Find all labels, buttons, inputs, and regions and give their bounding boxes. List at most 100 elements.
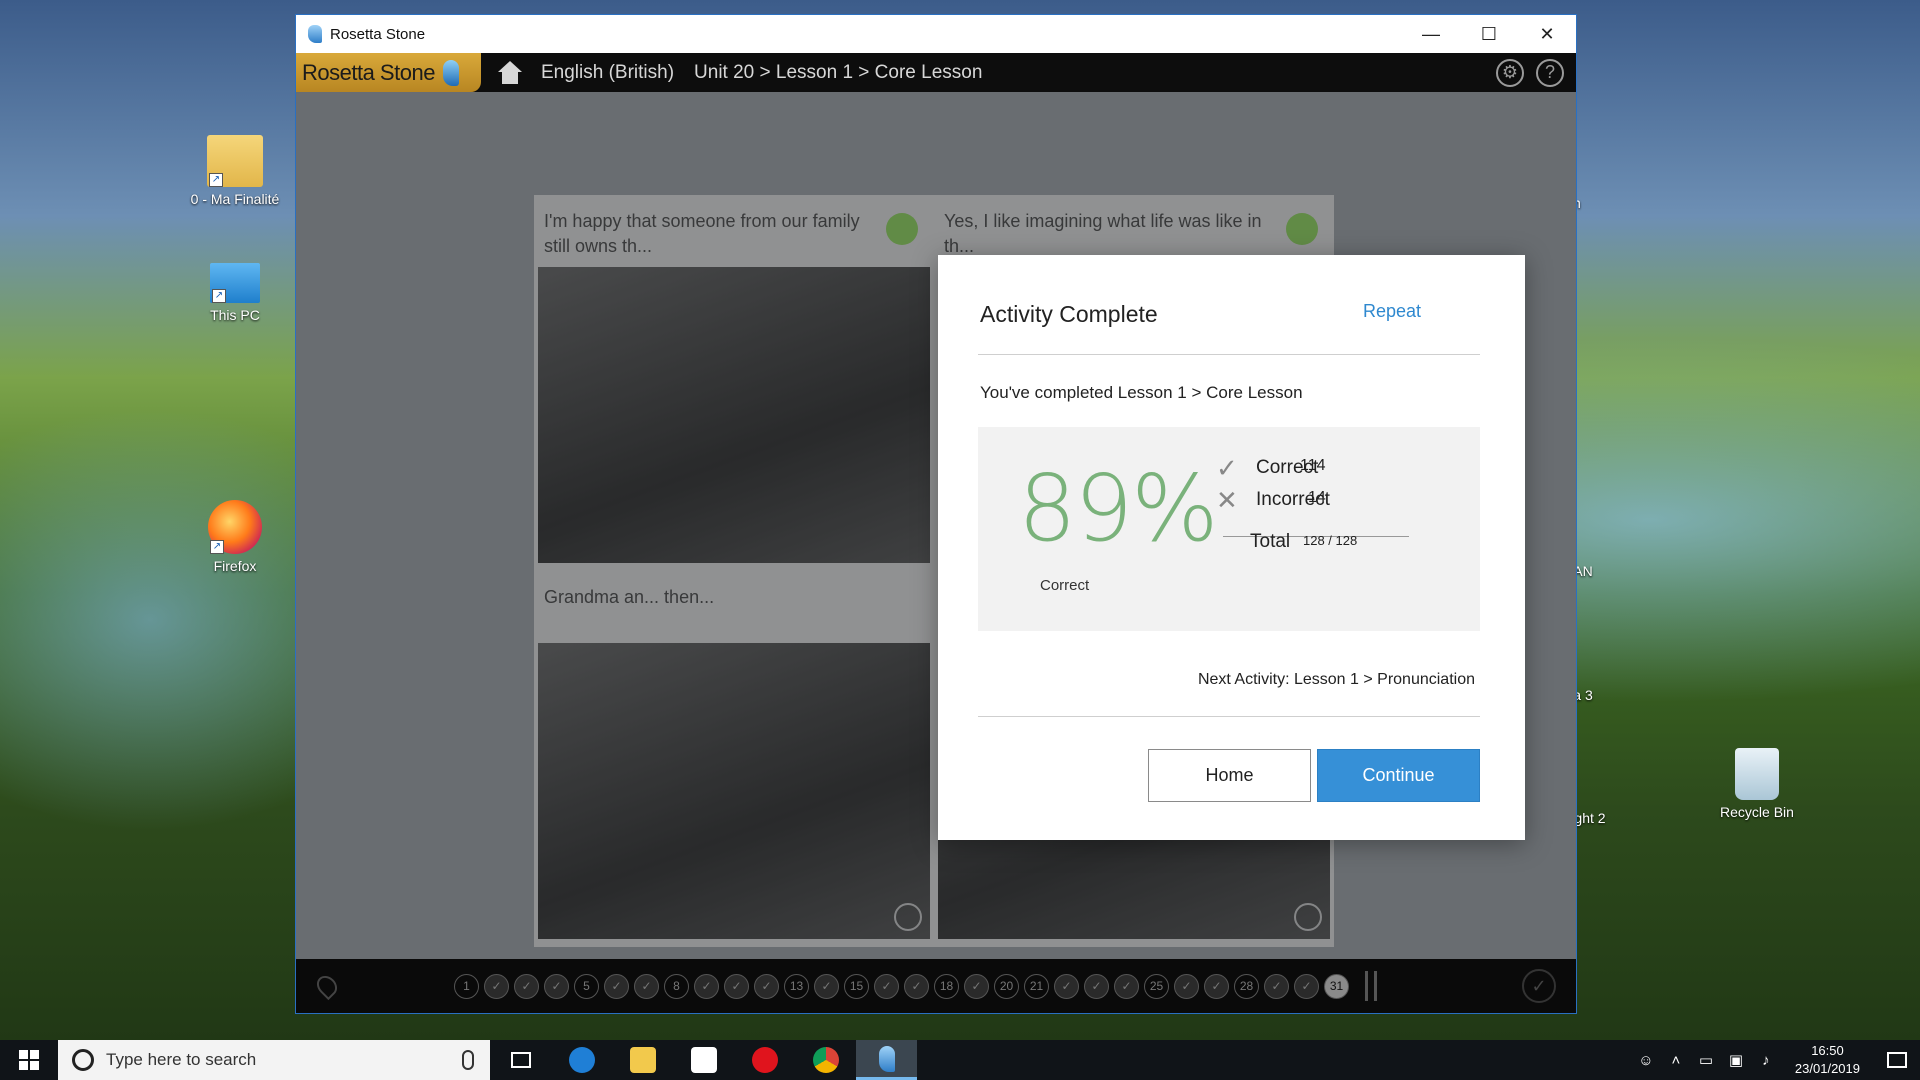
progress-step[interactable]: ✓	[634, 973, 659, 999]
progress-step[interactable]: ✓	[1174, 973, 1199, 999]
progress-step[interactable]: ✓	[514, 973, 539, 999]
task-view-icon	[510, 1052, 531, 1068]
network-icon[interactable]: ▣	[1721, 1040, 1751, 1080]
people-icon[interactable]: ☺	[1631, 1040, 1661, 1080]
progress-step[interactable]: ✓	[694, 973, 719, 999]
continue-button[interactable]: Continue	[1317, 749, 1480, 802]
clock-date: 23/01/2019	[1794, 1061, 1860, 1076]
progress-step[interactable]: ✓	[874, 973, 899, 999]
microphone-icon[interactable]	[462, 1050, 474, 1070]
desktop-icon-label: This PC	[210, 307, 260, 323]
window-title: Rosetta Stone	[330, 25, 426, 43]
progress-step[interactable]: 15	[844, 973, 869, 999]
taskbar-opera[interactable]	[734, 1040, 795, 1080]
close-button[interactable]: ✕	[1518, 15, 1576, 53]
pin-icon[interactable]	[312, 971, 342, 1001]
progress-step[interactable]: ✓	[754, 973, 779, 999]
next-activity-text: Next Activity: Lesson 1 > Pronunciation	[1197, 671, 1475, 688]
file-explorer-icon	[629, 1047, 656, 1073]
chrome-icon	[812, 1047, 839, 1073]
desktop-icon-folder[interactable]: ↗ 0 - Ma Finalité	[180, 135, 290, 207]
cross-icon: ✕	[1216, 485, 1238, 515]
maximize-button[interactable]: ☐	[1460, 15, 1518, 53]
score-label: Correct	[1040, 577, 1090, 594]
total-value: 128 / 128	[1303, 533, 1358, 548]
progress-step[interactable]: 5	[574, 973, 599, 999]
gear-icon[interactable]: ⚙	[1496, 58, 1524, 87]
app-window: Rosetta Stone — ☐ ✕ Rosetta Stone Englis…	[295, 14, 1577, 1014]
volume-icon[interactable]: ♪	[1751, 1040, 1781, 1080]
progress-step[interactable]: ✓	[724, 973, 749, 999]
store-icon	[690, 1047, 717, 1073]
progress-dots: 1 ✓ ✓ ✓ 5 ✓ ✓ 8 ✓ ✓ ✓ 13 ✓ 15 ✓ ✓ 18 ✓ 20 21 ✓ ✓ ✓ 25 ✓ ✓ 28 ✓ ✓ 31	[454, 973, 1349, 999]
start-button[interactable]	[0, 1040, 58, 1080]
desktop-icon-this-pc[interactable]: ↗ This PC	[180, 255, 290, 323]
progress-step[interactable]: ✓	[1114, 973, 1139, 999]
app-navbar: Rosetta Stone English (British) Unit 20 …	[296, 53, 1576, 92]
clock[interactable]: 16:50 23/01/2019	[1781, 1042, 1874, 1078]
progress-step[interactable]: ✓	[1264, 973, 1289, 999]
check-icon: ✓	[1216, 453, 1238, 483]
language-label[interactable]: English (British)	[541, 62, 674, 84]
progress-step[interactable]: ✓	[904, 973, 929, 999]
progress-step[interactable]: 8	[664, 973, 689, 999]
progress-step[interactable]: ✓	[1294, 973, 1319, 999]
rosetta-app-icon	[308, 25, 322, 43]
progress-step[interactable]: 21	[1024, 973, 1049, 999]
taskbar-edge[interactable]	[551, 1040, 612, 1080]
progress-step[interactable]: ✓	[484, 973, 509, 999]
progress-step[interactable]: ✓	[544, 973, 569, 999]
cortana-icon	[72, 1049, 94, 1071]
progress-step[interactable]: ✓	[964, 973, 989, 999]
home-button[interactable]: Home	[1148, 749, 1311, 802]
progress-step[interactable]: 13	[784, 973, 809, 999]
rosetta-stone-logo[interactable]: Rosetta Stone	[296, 53, 481, 92]
window-titlebar[interactable]: Rosetta Stone — ☐ ✕	[296, 15, 1576, 53]
taskbar-explorer[interactable]	[612, 1040, 673, 1080]
progress-step[interactable]: ✓	[1084, 973, 1109, 999]
computer-icon: ↗	[210, 263, 260, 303]
taskbar-search[interactable]: Type here to search	[58, 1040, 490, 1080]
search-input[interactable]: Type here to search	[106, 1050, 462, 1070]
progress-step[interactable]: 20	[994, 973, 1019, 999]
score-panel: 89% Correct ✓ Correct 114 ✕ Incorrect 14…	[978, 427, 1480, 631]
progress-step[interactable]: 25	[1144, 973, 1169, 999]
rosetta-stone-icon	[878, 1045, 895, 1072]
progress-step[interactable]: 18	[934, 973, 959, 999]
progress-step[interactable]: ✓	[1204, 973, 1229, 999]
desktop-icon-label: Recycle Bin	[1720, 804, 1794, 820]
home-icon[interactable]	[497, 60, 523, 85]
progress-step[interactable]: ✓	[604, 973, 629, 999]
clock-time: 16:50	[1811, 1043, 1844, 1058]
divider	[978, 354, 1480, 355]
chevron-up-icon[interactable]: ˄	[1661, 1040, 1691, 1080]
incorrect-value: 14	[1308, 489, 1326, 506]
progress-step[interactable]: 28	[1234, 973, 1259, 999]
system-tray: ☺ ˄ ▭ ▣ ♪ 16:50 23/01/2019	[1631, 1040, 1920, 1080]
taskbar-rosetta[interactable]	[856, 1040, 917, 1080]
action-center-button[interactable]	[1874, 1040, 1920, 1080]
notification-icon	[1887, 1052, 1907, 1068]
task-view-button[interactable]	[490, 1040, 551, 1080]
total-label: Total	[1250, 531, 1291, 552]
divider	[978, 716, 1480, 717]
progress-step[interactable]: 1	[454, 973, 479, 999]
desktop-icon-recycle-bin[interactable]: Recycle Bin	[1702, 748, 1812, 820]
minimize-button[interactable]: —	[1402, 15, 1460, 53]
breadcrumb[interactable]: Unit 20 > Lesson 1 > Core Lesson	[694, 62, 982, 84]
complete-check-icon[interactable]: ✓	[1522, 969, 1556, 1003]
taskbar-chrome[interactable]	[795, 1040, 856, 1080]
progress-step[interactable]: 31	[1324, 973, 1349, 999]
taskbar-store[interactable]	[673, 1040, 734, 1080]
logo-drop-icon	[442, 59, 459, 86]
battery-icon[interactable]: ▭	[1691, 1040, 1721, 1080]
taskbar: Type here to search ☺ ˄ ▭ ▣ ♪ 16:50 23/0…	[0, 1040, 1920, 1080]
progress-step[interactable]: ✓	[1054, 973, 1079, 999]
help-icon[interactable]: ?	[1536, 58, 1564, 87]
shortcut-arrow-icon: ↗	[209, 173, 223, 187]
desktop-icon-firefox[interactable]: ↗ Firefox	[180, 500, 290, 574]
progress-step[interactable]: ✓	[814, 973, 839, 999]
repeat-link[interactable]: Repeat	[1363, 301, 1421, 322]
opera-icon	[751, 1047, 778, 1073]
pause-icon[interactable]	[1365, 971, 1377, 1001]
